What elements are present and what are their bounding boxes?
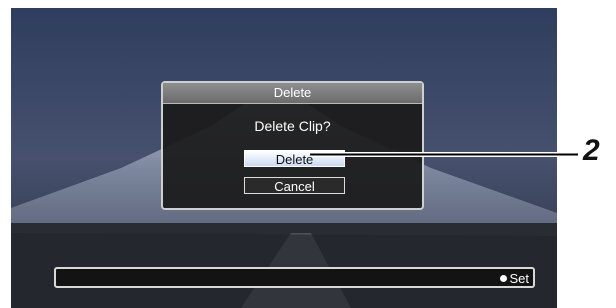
set-label: Set	[509, 271, 529, 286]
delete-dialog: Delete Delete Clip? Delete Cancel	[161, 81, 424, 210]
callout-leader-line	[310, 152, 578, 157]
dialog-title: Delete	[163, 83, 422, 104]
set-dot-icon	[500, 275, 508, 282]
cancel-button[interactable]: Cancel	[244, 177, 345, 194]
bottom-status-bar: Set	[54, 267, 535, 288]
callout-number: 2	[583, 134, 600, 167]
camera-screen: Delete Delete Clip? Delete Cancel Set	[11, 8, 557, 308]
dialog-message: Delete Clip?	[254, 118, 331, 134]
set-hint: Set	[500, 270, 529, 287]
